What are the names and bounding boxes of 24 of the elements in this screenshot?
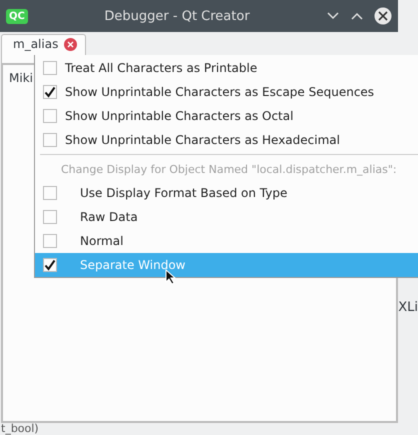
checkbox[interactable] xyxy=(43,61,57,75)
side-text: XLi xyxy=(398,300,418,315)
window-title: Debugger - Qt Creator xyxy=(103,8,251,24)
menu-item[interactable]: Show Unprintable Characters as Hexadecimal xyxy=(35,128,418,152)
menu-item[interactable]: Raw Data xyxy=(35,205,418,229)
checkbox[interactable] xyxy=(43,109,57,123)
close-icon[interactable] xyxy=(374,7,392,25)
menu-item[interactable]: Normal xyxy=(35,229,418,253)
close-tab-icon[interactable] xyxy=(64,38,78,50)
app-icon: QC xyxy=(6,8,28,24)
checkbox[interactable] xyxy=(43,234,57,248)
menu-item[interactable]: Show Unprintable Characters as Escape Sequences xyxy=(35,80,418,104)
menu-item[interactable]: Use Display Format Based on Type xyxy=(35,181,418,205)
checkbox[interactable] xyxy=(43,85,57,99)
maximize-icon[interactable] xyxy=(350,11,364,21)
checkbox[interactable] xyxy=(43,210,57,224)
checkbox[interactable] xyxy=(43,186,57,200)
menu-header: Change Display for Object Named "local.dispatcher.m_alias": xyxy=(60,162,398,178)
minimize-icon[interactable] xyxy=(326,11,340,21)
code-text: t_bool) xyxy=(1,423,40,435)
value-text: Miki xyxy=(9,71,33,85)
checkbox[interactable] xyxy=(43,133,57,147)
checkbox[interactable] xyxy=(43,258,57,272)
menu-item[interactable]: Show Unprintable Characters as Octal xyxy=(35,104,418,128)
